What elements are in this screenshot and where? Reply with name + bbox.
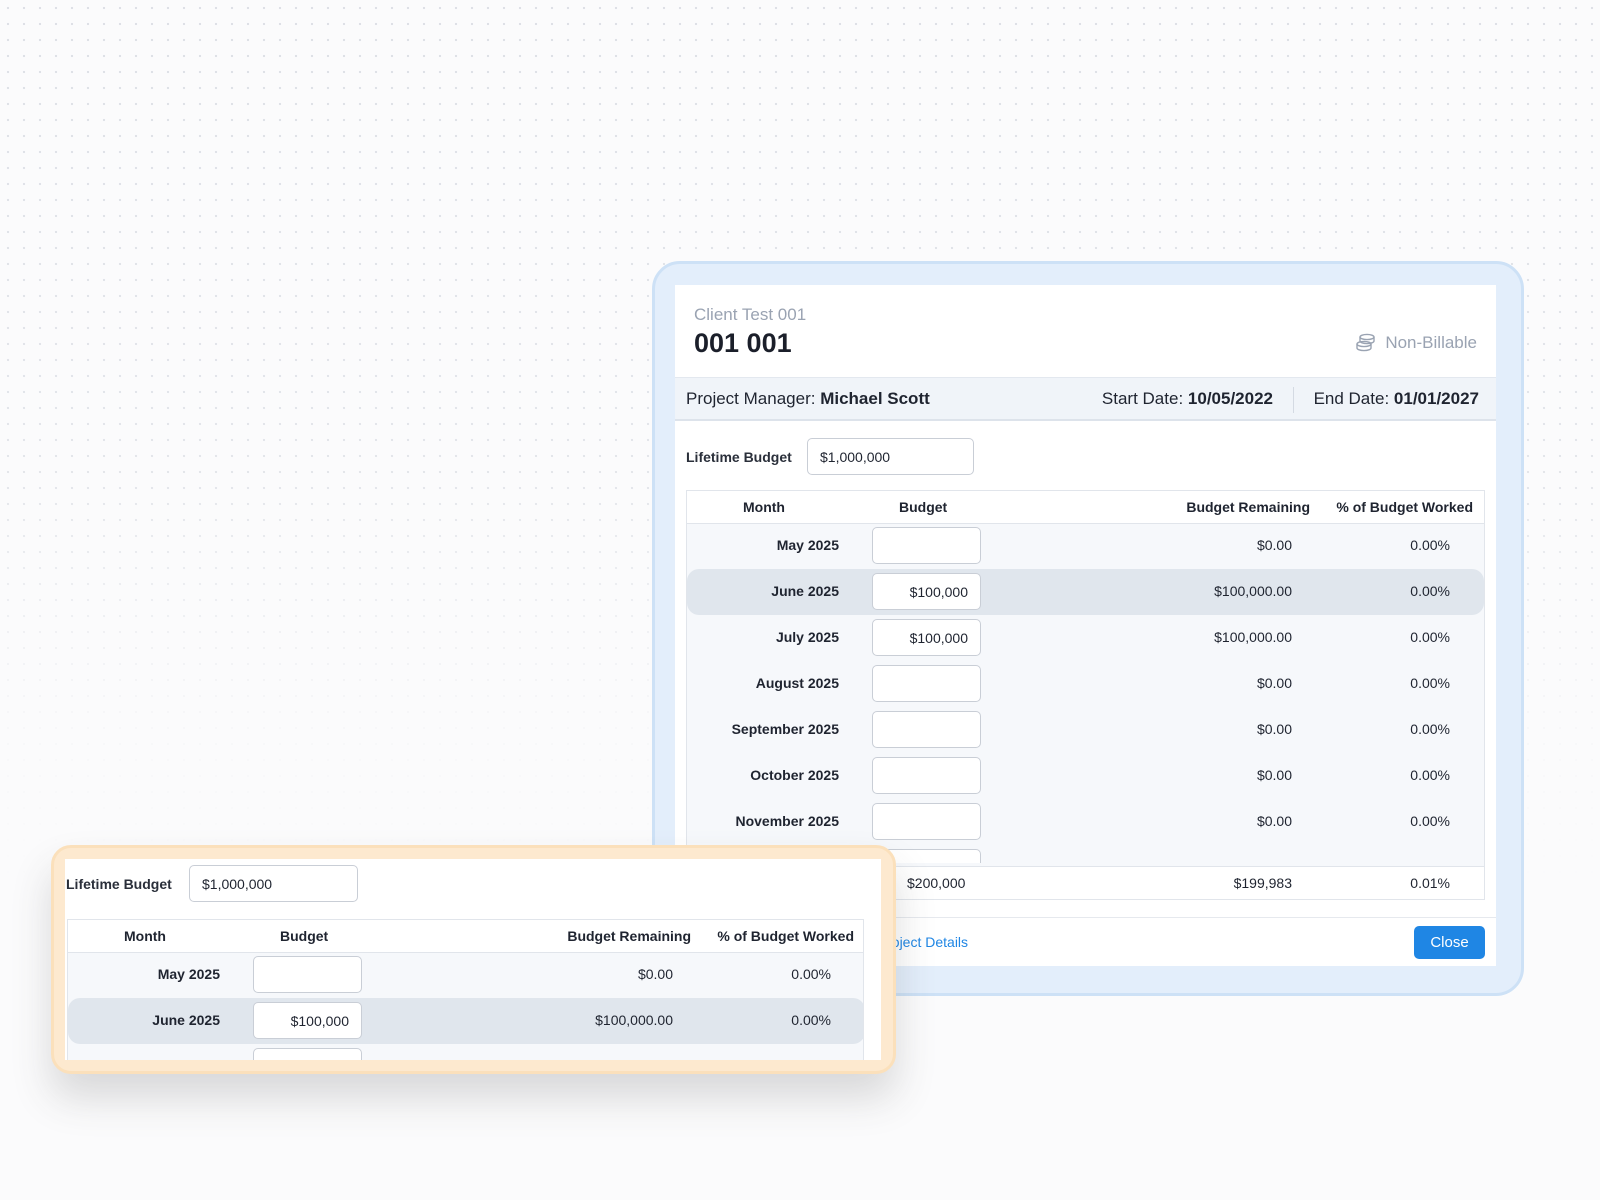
- row-pct: 0.00%: [1410, 721, 1450, 737]
- billing-status: Non-Billable: [1355, 333, 1477, 353]
- table-header: Month Budget Budget Remaining % of Budge…: [687, 491, 1484, 524]
- inset-lifetime-budget-label: Lifetime Budget: [66, 875, 172, 892]
- row-budget-input[interactable]: [253, 1048, 362, 1060]
- budget-table: Month Budget Budget Remaining % of Budge…: [686, 490, 1485, 900]
- row-pct: 0.00%: [1410, 813, 1450, 829]
- lifetime-budget-label: Lifetime Budget: [686, 448, 792, 465]
- row-remaining: $100,000.00: [1214, 583, 1292, 599]
- row-pct: 0.00%: [1410, 629, 1450, 645]
- row-budget-input[interactable]: [872, 711, 981, 748]
- row-pct: 0.00%: [1410, 537, 1450, 553]
- modal-header: Client Test 001 001 001 Non-Billable: [675, 285, 1496, 377]
- row-budget-input[interactable]: [253, 1002, 362, 1039]
- total-remaining: $199,983: [1233, 875, 1292, 891]
- row-remaining: $100,000.00: [595, 1012, 673, 1028]
- row-pct: 0.00%: [791, 1012, 831, 1028]
- row-remaining: $0.00: [1256, 537, 1292, 553]
- column-header-pct-worked: % of Budget Worked: [717, 928, 854, 944]
- table-row: August 2025 $0.00 0.00%: [687, 661, 1484, 707]
- row-budget-input[interactable]: [872, 665, 981, 702]
- client-name: Client Test 001: [694, 305, 807, 324]
- row-month: May 2025: [776, 537, 839, 553]
- inset-table-header: Month Budget Budget Remaining % of Budge…: [68, 920, 863, 953]
- row-remaining: $100,000.00: [1214, 629, 1292, 645]
- row-pct: 0.00%: [1410, 767, 1450, 783]
- start-date: Start Date: 10/05/2022: [1101, 389, 1273, 408]
- row-month: June 2025: [152, 1012, 220, 1028]
- start-date-value: 10/05/2022: [1187, 389, 1273, 408]
- end-date-value: 01/01/2027: [1393, 389, 1479, 408]
- table-row: September 2025 $0.00 0.00%: [687, 707, 1484, 753]
- close-button[interactable]: Close: [1414, 926, 1485, 959]
- column-header-budget: Budget: [280, 928, 329, 944]
- lifetime-budget-row: Lifetime Budget: [686, 438, 974, 475]
- billing-status-label: Non-Billable: [1385, 333, 1477, 352]
- column-header-budget: Budget: [899, 499, 948, 515]
- row-budget-input[interactable]: [872, 757, 981, 794]
- inset-lifetime-budget-input[interactable]: [189, 865, 358, 902]
- inset-budget-table: Month Budget Budget Remaining % of Budge…: [67, 919, 864, 1060]
- project-info-bar: Project Manager: Michael Scott Start Dat…: [675, 377, 1496, 421]
- column-header-budget-remaining: Budget Remaining: [1186, 499, 1310, 515]
- row-month: August 2025: [755, 675, 839, 691]
- row-budget-input[interactable]: [872, 619, 981, 656]
- inset-lifetime-budget-row: Lifetime Budget: [66, 865, 358, 902]
- row-pct: 0.00%: [1410, 583, 1450, 599]
- row-month: May 2025: [157, 966, 220, 982]
- total-budget: $200,000: [907, 875, 966, 891]
- column-header-budget-remaining: Budget Remaining: [567, 928, 691, 944]
- column-header-month: Month: [124, 928, 166, 944]
- row-month: November 2025: [735, 813, 839, 829]
- row-budget-input[interactable]: [872, 803, 981, 840]
- row-month: June 2025: [771, 583, 839, 599]
- row-budget-input[interactable]: [253, 956, 362, 993]
- row-remaining: $0.00: [1256, 675, 1292, 691]
- table-row: June 2025 $100,000.00 0.00%: [687, 569, 1484, 615]
- row-month: October 2025: [750, 767, 839, 783]
- row-pct: 0.00%: [1410, 675, 1450, 691]
- row-month: September 2025: [731, 721, 839, 737]
- project-title: 001 001: [694, 328, 792, 358]
- table-row: July 2025 $100,000.00 0.00%: [687, 615, 1484, 661]
- row-budget-input[interactable]: [872, 573, 981, 610]
- row-month: July 2025: [775, 629, 839, 645]
- table-row-partial: [68, 1044, 863, 1060]
- lifetime-budget-input[interactable]: [807, 438, 974, 475]
- coins-icon: [1355, 333, 1377, 353]
- table-body: May 2025 $0.00 0.00% June 2025 $100,000.…: [687, 523, 1484, 863]
- table-row: October 2025 $0.00 0.00%: [687, 753, 1484, 799]
- column-header-month: Month: [743, 499, 785, 515]
- table-row: May 2025 $0.00 0.00%: [687, 523, 1484, 569]
- table-row: May 2025 $0.00 0.00%: [68, 952, 863, 998]
- zoom-inset: Lifetime Budget Month Budget Budget Rema…: [65, 859, 881, 1060]
- table-row: November 2025 $0.00 0.00%: [687, 799, 1484, 845]
- row-remaining: $0.00: [1256, 813, 1292, 829]
- project-manager: Project Manager: Michael Scott: [686, 389, 930, 408]
- info-divider: [1293, 387, 1294, 413]
- row-remaining: $0.00: [1256, 767, 1292, 783]
- row-pct: 0.00%: [791, 966, 831, 982]
- project-manager-name: Michael Scott: [820, 389, 930, 408]
- row-remaining: $0.00: [1256, 721, 1292, 737]
- inset-table-body: May 2025 $0.00 0.00% June 2025 $100,000.…: [68, 952, 863, 1060]
- total-pct: 0.01%: [1410, 875, 1450, 891]
- end-date: End Date: 01/01/2027: [1313, 389, 1479, 408]
- table-row: June 2025 $100,000.00 0.00%: [68, 998, 863, 1044]
- row-budget-input[interactable]: [872, 527, 981, 564]
- column-header-pct-worked: % of Budget Worked: [1336, 499, 1473, 515]
- row-remaining: $0.00: [637, 966, 673, 982]
